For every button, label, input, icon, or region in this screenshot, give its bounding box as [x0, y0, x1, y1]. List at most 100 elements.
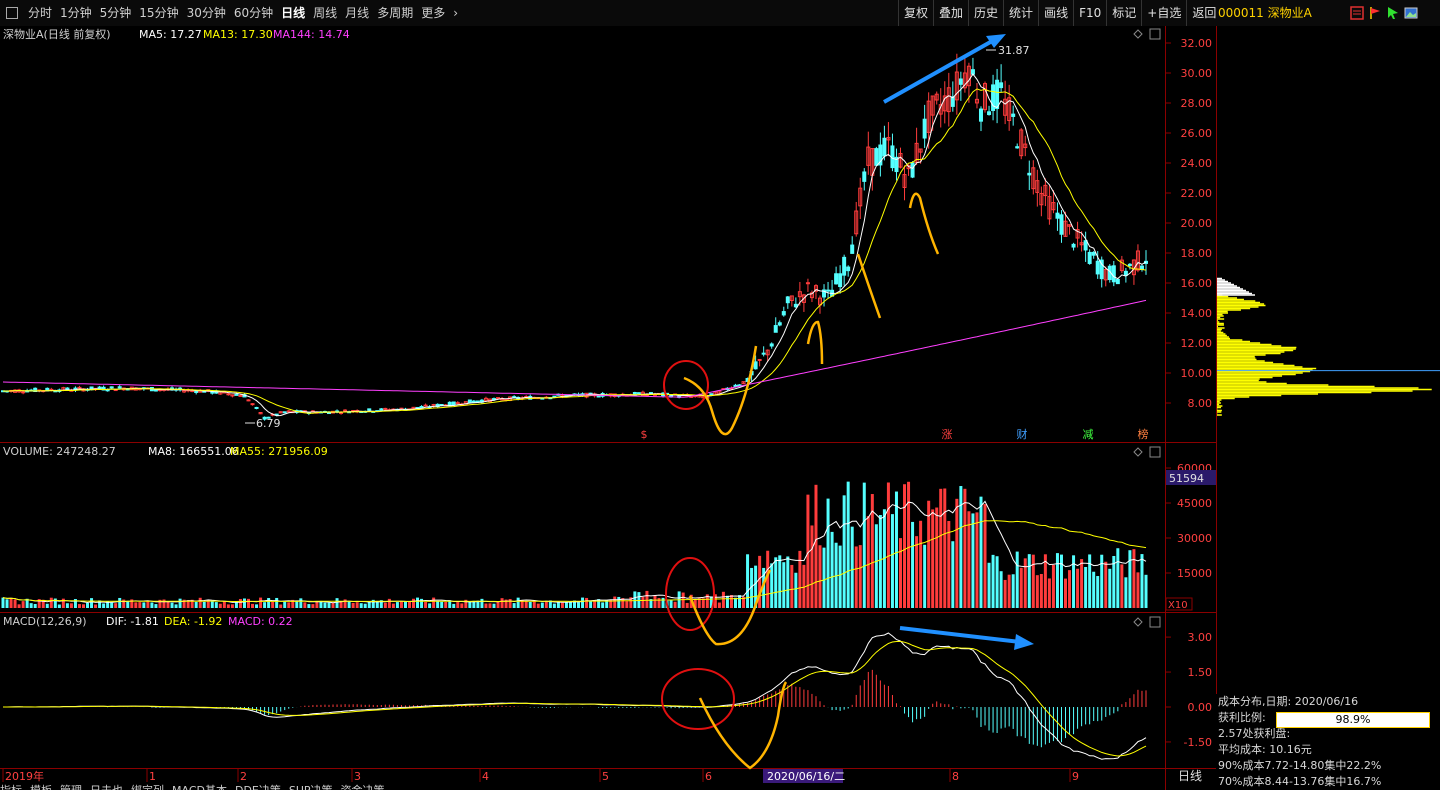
candle-body	[826, 289, 831, 292]
bottom-tab[interactable]: SUP决策	[289, 784, 333, 790]
volume-bar	[894, 491, 898, 608]
period-tab[interactable]: 周线	[309, 0, 341, 26]
period-tab[interactable]: 月线	[341, 0, 373, 26]
volume-bar	[1064, 578, 1068, 608]
ma13-label: MA13: 17.30	[203, 28, 273, 41]
volume-bar	[383, 602, 387, 608]
ma144-label: MA144: 14.74	[273, 28, 350, 41]
bottom-tab[interactable]: 模板	[30, 784, 52, 790]
volume-bar	[846, 481, 850, 608]
volume-panel-title: VOLUME: 247248.27 MA8: 166551.06 MA55: 2…	[3, 445, 328, 458]
volume-bar	[202, 601, 206, 608]
toolbar-button[interactable]: 标记	[1106, 0, 1141, 26]
volume-bar	[653, 595, 657, 608]
volume-bar	[432, 597, 436, 608]
candle-body	[1095, 260, 1100, 275]
period-tab[interactable]: 更多	[417, 0, 449, 26]
toolbar-button[interactable]: 统计	[1003, 0, 1038, 26]
bottom-tab[interactable]: 资金决策	[341, 784, 385, 790]
candle-body	[1127, 263, 1132, 267]
volume-bar	[854, 546, 858, 608]
volume-bar	[738, 595, 742, 608]
period-tab[interactable]: 多周期	[373, 0, 417, 26]
volume-bar	[1132, 549, 1136, 608]
volume-bar	[416, 597, 420, 608]
toolbar-button[interactable]: 历史	[968, 0, 1003, 26]
volume-bar	[939, 488, 943, 608]
volume-bar	[842, 495, 846, 608]
period-tab[interactable]: 60分钟	[230, 0, 277, 26]
volume-bar	[347, 601, 351, 608]
price-tick-label: 30.00	[1181, 67, 1213, 80]
period-tab[interactable]: 30分钟	[183, 0, 230, 26]
volume-bar	[271, 601, 275, 608]
volume-bar	[814, 484, 818, 608]
volume-bar	[275, 597, 279, 608]
chart-area[interactable]: 32.00 30.00 28.00 26.00 24.00 22.00 20.00 18.00…	[0, 26, 1440, 790]
volume-bar	[343, 599, 347, 608]
volume-bar	[387, 598, 391, 608]
volume-bar	[311, 604, 315, 608]
volume-bar	[850, 526, 854, 608]
candle-body	[77, 386, 82, 389]
report-icon[interactable]	[1350, 6, 1364, 20]
period-tab[interactable]: 15分钟	[135, 0, 182, 26]
volume-bar	[729, 595, 733, 608]
price-tick-label: 10.00	[1181, 367, 1213, 380]
volume-bar	[1023, 558, 1027, 608]
period-tab[interactable]: 日线	[277, 0, 309, 26]
volume-bar	[778, 555, 782, 608]
bottom-tab[interactable]: 绑定列	[131, 784, 164, 790]
toolbar-button[interactable]: 画线	[1038, 0, 1073, 26]
volume-tick-label: 30000	[1177, 532, 1212, 545]
volume-bar	[110, 602, 114, 608]
candle-body	[733, 384, 738, 388]
volume-bar	[983, 504, 987, 608]
toolbar-button[interactable]: 返回	[1186, 0, 1221, 26]
chevron-right-icon[interactable]: ›	[449, 0, 462, 26]
volume-bar	[794, 572, 798, 608]
volume-bar	[955, 498, 959, 608]
toolbar-button[interactable]: +自选	[1141, 0, 1186, 26]
toolbar-button[interactable]: 叠加	[933, 0, 968, 26]
volume-bar	[935, 507, 939, 608]
period-tab[interactable]: 5分钟	[96, 0, 136, 26]
period-tab[interactable]: 分时	[24, 0, 56, 26]
toolbar-button[interactable]: F10	[1073, 0, 1106, 26]
volume-bar	[222, 601, 226, 608]
volume-bar	[661, 597, 665, 608]
volume-bar	[1, 597, 5, 608]
image-icon[interactable]	[1404, 6, 1418, 20]
price-tick-label: 8.00	[1188, 397, 1213, 410]
volume-bar	[581, 597, 585, 608]
volume-bar	[866, 516, 870, 608]
arrow-icon[interactable]	[1386, 6, 1400, 20]
candle-body	[874, 148, 879, 166]
toolbar-button[interactable]: 复权	[898, 0, 933, 26]
period-tab[interactable]: 1分钟	[56, 0, 96, 26]
flag-icon[interactable]	[1368, 6, 1382, 20]
volume-bar	[633, 591, 637, 608]
price-tick-label: 22.00	[1181, 187, 1213, 200]
candle-body	[987, 111, 992, 116]
volume-bar	[142, 602, 146, 608]
bottom-tab[interactable]: 指标	[0, 784, 22, 790]
volume-bar	[198, 597, 202, 608]
volume-bar	[987, 562, 991, 608]
candle-body	[785, 296, 790, 304]
bottom-tab[interactable]: 日夫也	[90, 784, 123, 790]
volume-bar	[725, 595, 729, 608]
bottom-tab[interactable]: MACD基本	[172, 784, 227, 790]
candle-body	[282, 411, 287, 414]
volume-bar	[613, 596, 617, 608]
volume-bar	[170, 602, 174, 608]
low-price-label: 6.79	[256, 417, 281, 430]
volume-bar	[57, 604, 61, 608]
candle-body	[286, 410, 291, 413]
bottom-tab[interactable]: DDE决策	[235, 784, 281, 790]
volume-bar	[94, 604, 98, 608]
volume-bar	[733, 597, 737, 608]
bottom-tab[interactable]: 管理	[60, 784, 82, 790]
window-icon[interactable]	[6, 7, 18, 19]
price-tick-label: 28.00	[1181, 97, 1213, 110]
